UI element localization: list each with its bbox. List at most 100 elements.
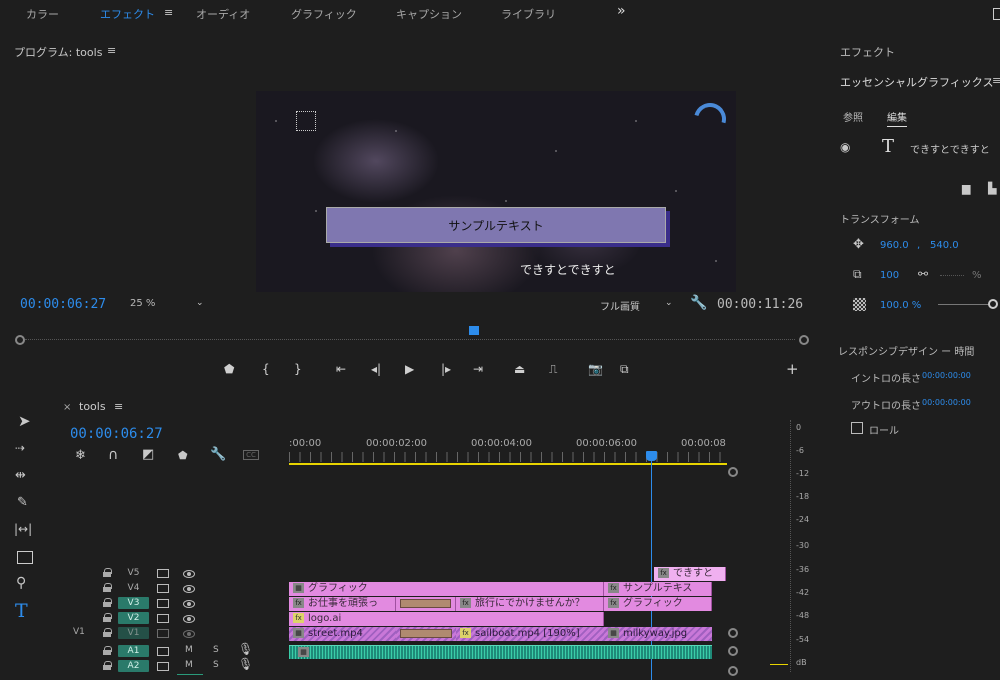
lift-icon[interactable]: ⏏ xyxy=(514,362,525,376)
clip-graphic-2[interactable]: fx グラフィック xyxy=(604,597,712,611)
track-v5[interactable]: V5 xyxy=(118,567,149,579)
track-v4[interactable]: V4 xyxy=(118,582,149,594)
clip-street[interactable]: ▦ street.mp4 xyxy=(289,627,396,641)
opacity-slider-handle[interactable] xyxy=(988,299,998,309)
quality-dropdown-icon[interactable]: ⌄ xyxy=(665,299,673,308)
opacity-value[interactable]: 100.0 % xyxy=(880,300,921,311)
toggle-output-eye-icon[interactable] xyxy=(183,615,195,623)
text-layer-name[interactable]: できすとできすと xyxy=(910,141,990,156)
track-v2[interactable]: V2 xyxy=(118,612,149,624)
timeline-ruler-ticks[interactable] xyxy=(289,452,727,462)
timeline-scroll-handle[interactable] xyxy=(728,666,738,676)
scrub-end-handle[interactable] xyxy=(799,335,809,345)
clip-sailboat[interactable]: fx sailboat.mp4 [190%] xyxy=(456,627,604,641)
tab-effects[interactable]: エフェクト xyxy=(100,6,155,22)
export-frame-icon[interactable]: 📷 xyxy=(588,362,603,376)
tab-edit[interactable]: 編集 xyxy=(887,109,907,127)
track-a1[interactable]: A1 xyxy=(118,645,149,657)
tab-captions[interactable]: キャプション xyxy=(396,6,462,22)
timeline-menu-icon[interactable]: ≡ xyxy=(114,401,123,412)
type-tool-icon[interactable]: T xyxy=(15,600,28,622)
lock-icon[interactable] xyxy=(103,661,112,670)
clip-graphic-1[interactable]: ▦ グラフィック xyxy=(289,582,604,596)
snap-magnet-icon[interactable]: ∩ xyxy=(108,448,118,462)
go-to-in-icon[interactable]: ⇤ xyxy=(336,362,346,376)
window-icon[interactable] xyxy=(993,8,1000,20)
wrench-icon[interactable]: 🔧 xyxy=(690,296,707,310)
play-icon[interactable]: ▶ xyxy=(405,362,414,376)
voiceover-mic-icon[interactable]: 🎙 xyxy=(238,658,253,670)
slip-tool-icon[interactable]: |↔| xyxy=(14,523,32,535)
position-x-value[interactable]: 960.0 xyxy=(880,240,909,251)
outro-duration-value[interactable]: 00:00:00:00 xyxy=(922,398,971,407)
mark-out-icon[interactable]: } xyxy=(294,362,302,376)
lock-icon[interactable] xyxy=(103,646,112,655)
extract-icon[interactable]: ⎍ xyxy=(549,362,557,377)
toggle-output-eye-icon[interactable] xyxy=(183,630,195,638)
toggle-output-eye-icon[interactable] xyxy=(183,570,195,578)
captions-icon[interactable]: CC xyxy=(243,450,259,460)
clip-deki-top[interactable]: fx できすと xyxy=(654,567,726,581)
clip-transition[interactable] xyxy=(396,597,456,611)
program-scrub-bar[interactable] xyxy=(15,326,809,350)
track-v1[interactable]: V1 xyxy=(118,627,149,639)
scale-value[interactable]: 100 xyxy=(880,270,899,281)
roll-checkbox[interactable] xyxy=(851,422,863,434)
position-y-value[interactable]: 540.0 xyxy=(930,240,959,251)
sync-lock-icon[interactable] xyxy=(157,647,169,656)
timeline-close-icon[interactable]: × xyxy=(63,402,71,413)
clip-ryokou[interactable]: fx 旅行にでかけませんか？ xyxy=(456,597,604,611)
clip-milkyway[interactable]: ▦ milkyway.jpg xyxy=(604,627,712,641)
sync-lock-icon[interactable] xyxy=(157,584,169,593)
playback-quality[interactable]: フル画質 xyxy=(600,298,640,313)
tab-audio[interactable]: オーディオ xyxy=(196,6,250,22)
clip-logo[interactable]: fx logo.ai xyxy=(289,612,604,626)
tab-libraries[interactable]: ライブラリ xyxy=(501,6,556,22)
voiceover-mic-icon[interactable]: 🎙 xyxy=(238,643,253,655)
work-area-bar[interactable] xyxy=(289,463,727,465)
more-tabs-icon[interactable]: » xyxy=(617,3,626,19)
sync-lock-icon[interactable] xyxy=(157,629,169,638)
mute-button[interactable]: M xyxy=(185,645,193,655)
linked-selection-icon[interactable]: ◩ xyxy=(142,448,154,461)
folder-icon[interactable]: ▆ xyxy=(962,183,970,194)
lock-icon[interactable] xyxy=(103,613,112,622)
program-menu-icon[interactable]: ≡ xyxy=(107,45,116,56)
program-playhead[interactable] xyxy=(469,326,479,335)
new-layer-icon[interactable]: ▙ xyxy=(988,183,996,194)
add-marker-icon[interactable]: ⬟ xyxy=(224,362,234,376)
step-forward-icon[interactable]: |▸ xyxy=(441,362,451,376)
timeline-playhead-timecode[interactable]: 00:00:06:27 xyxy=(70,426,163,442)
clip-sample-text[interactable]: fx サンプルテキス xyxy=(604,582,712,596)
intro-duration-value[interactable]: 00:00:00:00 xyxy=(922,371,971,380)
toggle-output-eye-icon[interactable] xyxy=(183,585,195,593)
audio-track-zoom-handle[interactable] xyxy=(728,646,738,656)
source-patch-v1[interactable]: V1 xyxy=(73,627,85,637)
link-scale-icon[interactable]: ⚯ xyxy=(918,268,928,280)
track-select-tool-icon[interactable]: ⇢ xyxy=(15,442,25,454)
add-button-icon[interactable]: + xyxy=(786,360,799,378)
mark-in-icon[interactable]: { xyxy=(262,362,270,376)
nest-sequence-icon[interactable]: ❄ xyxy=(75,449,86,462)
mute-button[interactable]: M xyxy=(185,660,193,670)
solo-button[interactable]: S xyxy=(213,645,219,655)
ripple-edit-tool-icon[interactable]: ⇹ xyxy=(15,469,26,482)
clip-transition-v1[interactable] xyxy=(396,627,456,641)
timeline-zoom-handle[interactable] xyxy=(728,467,738,477)
razor-tool-icon[interactable]: ✎ xyxy=(17,496,28,509)
go-to-out-icon[interactable]: ⇥ xyxy=(473,362,483,376)
tab-color[interactable]: カラー xyxy=(26,6,59,22)
selection-tool-icon[interactable]: ➤ xyxy=(18,414,31,429)
track-v3[interactable]: V3 xyxy=(118,597,149,609)
timeline-title[interactable]: tools xyxy=(79,400,106,413)
timeline-marker-icon[interactable]: ⬟ xyxy=(178,450,188,461)
zoom-level[interactable]: 25 % xyxy=(130,298,155,309)
sync-lock-icon[interactable] xyxy=(157,614,169,623)
sync-lock-icon[interactable] xyxy=(157,569,169,578)
lock-icon-locked[interactable] xyxy=(103,628,112,637)
toggle-output-eye-icon[interactable] xyxy=(183,600,195,608)
step-back-icon[interactable]: ◂| xyxy=(371,362,381,376)
solo-button[interactable]: S xyxy=(213,660,219,670)
zoom-dropdown-icon[interactable]: ⌄ xyxy=(196,299,204,308)
video-track-zoom-handle[interactable] xyxy=(728,628,738,638)
